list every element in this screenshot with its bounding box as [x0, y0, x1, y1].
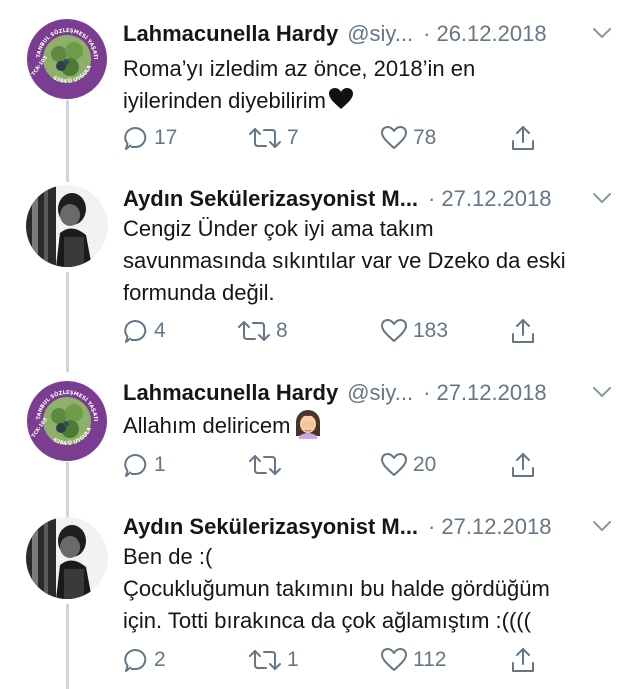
tweet-text-segment: iyilerinden diyebilirim — [123, 88, 326, 113]
tweet-header: Lahmacunella Hardy @siy... · 27.12.2018 — [123, 377, 613, 409]
retweet-icon — [238, 321, 270, 341]
reply-icon — [124, 649, 147, 672]
username-handle[interactable]: @siy... — [347, 21, 413, 47]
tweet-text-line: için. Totti bırakınca da çok ağlamıştım … — [123, 608, 531, 633]
share-button[interactable] — [510, 123, 536, 153]
tweet-header: Aydın Sekülerizasyonist M... · 27.12.201… — [123, 511, 613, 543]
reply-count: 1 — [154, 453, 166, 476]
like-count: 112 — [413, 648, 447, 671]
reply-icon — [124, 127, 147, 150]
retweet-count: 1 — [287, 648, 299, 671]
retweet-button[interactable]: 8 — [237, 316, 288, 346]
avatar-photo-image — [26, 517, 108, 599]
tweet-text: Roma’yı izledim az önce, 2018’in en iyil… — [123, 53, 619, 117]
reply-count: 4 — [154, 319, 166, 342]
tweet-text: Cengiz Ünder çok iyi ama takım savunması… — [123, 213, 619, 309]
chevron-down-icon[interactable] — [591, 190, 613, 206]
tweet-text-line: iyilerinden diyebilirim — [123, 85, 619, 117]
heart-icon — [381, 453, 407, 476]
username-handle[interactable]: @siy... — [347, 380, 413, 406]
reply-button[interactable]: 2 — [123, 645, 166, 675]
tweet-actions: 17 7 78 — [123, 123, 543, 153]
tweet-text: Ben de :( Çocukluğumun takımını bu halde… — [123, 541, 619, 637]
retweet-icon — [249, 455, 281, 475]
tweet-date[interactable]: 27.12.2018 — [441, 514, 551, 540]
tweet-text-segment: Allahım deliricem — [123, 413, 291, 438]
tweet-date[interactable]: 26.12.2018 — [436, 21, 546, 47]
separator-dot: · — [428, 514, 436, 539]
avatar-badge-image: İSTANBUL SÖZLEŞMESİ YAŞATIR 6284'Ü UYGUL… — [26, 380, 107, 461]
tweet-actions: 1 20 — [123, 450, 543, 480]
tweet-header: Aydın Sekülerizasyonist M... · 27.12.201… — [123, 183, 613, 215]
separator-dot: · — [423, 21, 431, 46]
tweet[interactable]: Aydın Sekülerizasyonist M... · 27.12.201… — [0, 183, 635, 363]
heart-icon — [381, 648, 407, 671]
avatar[interactable]: İSTANBUL SÖZLEŞMESİ YAŞATIR 6284'Ü UYGUL… — [26, 380, 108, 462]
black-heart-emoji-icon — [328, 88, 353, 109]
avatar-badge-image: İSTANBUL SÖZLEŞMESİ YAŞATIR 6284'Ü UYGUL… — [26, 18, 107, 99]
retweet-button[interactable] — [248, 450, 287, 480]
share-icon — [512, 453, 534, 477]
display-name[interactable]: Lahmacunella Hardy — [123, 21, 338, 47]
share-icon — [512, 319, 534, 343]
avatar[interactable] — [26, 185, 108, 267]
share-button[interactable] — [510, 316, 536, 346]
share-button[interactable] — [510, 645, 536, 675]
tweet-date[interactable]: 27.12.2018 — [441, 186, 551, 212]
tweet-header: Lahmacunella Hardy @siy... · 26.12.2018 — [123, 18, 613, 50]
tweet[interactable]: Aydın Sekülerizasyonist M... · 27.12.201… — [0, 511, 635, 686]
display-name[interactable]: Aydın Sekülerizasyonist M... — [123, 186, 418, 212]
tweet-actions: 4 8 183 — [123, 316, 543, 346]
reply-count: 2 — [154, 648, 166, 671]
like-button[interactable]: 20 — [380, 450, 436, 480]
avatar[interactable]: İSTANBUL SÖZLEŞMESİ YAŞATIR 6284'Ü UYGUL… — [26, 18, 108, 100]
tweet-text-line: Çocukluğumun takımını bu halde gördüğüm — [123, 576, 550, 601]
tweet-date[interactable]: 27.12.2018 — [436, 380, 546, 406]
retweet-button[interactable]: 1 — [248, 645, 299, 675]
like-count: 20 — [413, 453, 437, 476]
reply-icon — [124, 454, 147, 477]
like-count: 78 — [413, 126, 437, 149]
like-button[interactable]: 112 — [380, 645, 446, 675]
chevron-down-icon[interactable] — [591, 25, 613, 41]
separator-dot: · — [428, 186, 436, 211]
reply-count: 17 — [154, 126, 178, 149]
retweet-button[interactable]: 7 — [248, 123, 299, 153]
facepalm-woman-emoji-icon — [295, 410, 320, 439]
display-name[interactable]: Aydın Sekülerizasyonist M... — [123, 514, 418, 540]
share-icon — [512, 126, 534, 150]
tweet-text-line: Ben de :( — [123, 544, 213, 569]
tweet-text-line: Cengiz Ünder çok iyi ama takım — [123, 216, 434, 241]
chevron-down-icon[interactable] — [591, 384, 613, 400]
retweet-count: 7 — [287, 126, 299, 149]
reply-button[interactable]: 1 — [123, 450, 166, 480]
heart-icon — [381, 126, 407, 149]
avatar[interactable] — [26, 517, 108, 599]
tweet-text: Allahım deliricem — [123, 409, 619, 442]
avatar-photo-image — [26, 185, 108, 267]
reply-button[interactable]: 17 — [123, 123, 177, 153]
like-button[interactable]: 183 — [380, 316, 448, 346]
chevron-down-icon[interactable] — [591, 518, 613, 534]
tweet-text-line: Roma’yı izledim az önce, 2018’in en — [123, 56, 476, 81]
reply-icon — [124, 320, 147, 343]
share-button[interactable] — [510, 450, 536, 480]
tweet-text-line: formunda değil. — [123, 280, 275, 305]
tweet-actions: 2 1 112 — [123, 645, 543, 675]
tweet[interactable]: İSTANBUL SÖZLEŞMESİ YAŞATIR 6284'Ü UYGUL… — [0, 377, 635, 487]
retweet-count: 8 — [276, 319, 288, 342]
share-icon — [512, 648, 534, 672]
like-button[interactable]: 78 — [380, 123, 436, 153]
retweet-icon — [249, 128, 281, 148]
retweet-icon — [249, 650, 281, 670]
heart-icon — [381, 319, 407, 342]
separator-dot: · — [423, 380, 431, 405]
tweet[interactable]: İSTANBUL SÖZLEŞMESİ YAŞATIR 6284'Ü UYGUL… — [0, 18, 635, 168]
like-count: 183 — [413, 319, 449, 342]
reply-button[interactable]: 4 — [123, 316, 166, 346]
tweet-text-line: Allahım deliricem — [123, 409, 619, 442]
display-name[interactable]: Lahmacunella Hardy — [123, 380, 338, 406]
tweet-text-line: savunmasında sıkıntılar var ve Dzeko da … — [123, 248, 566, 273]
